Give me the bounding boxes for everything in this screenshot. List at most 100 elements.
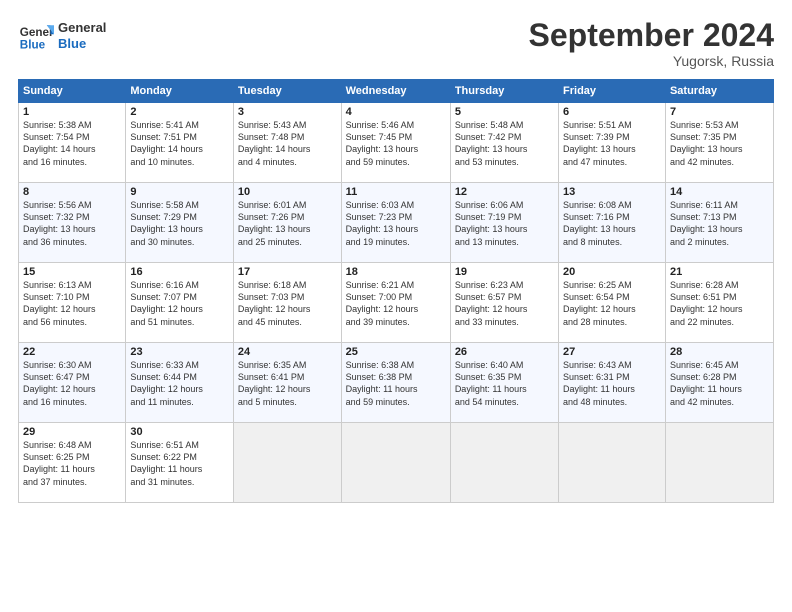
day-info: Sunrise: 6:25 AM Sunset: 6:54 PM Dayligh… [563, 279, 661, 328]
calendar-cell: 6Sunrise: 5:51 AM Sunset: 7:39 PM Daylig… [559, 103, 666, 183]
day-info: Sunrise: 5:38 AM Sunset: 7:54 PM Dayligh… [23, 119, 121, 168]
day-info: Sunrise: 5:41 AM Sunset: 7:51 PM Dayligh… [130, 119, 229, 168]
location: Yugorsk, Russia [529, 53, 774, 69]
day-number: 3 [238, 106, 337, 118]
day-info: Sunrise: 6:08 AM Sunset: 7:16 PM Dayligh… [563, 199, 661, 248]
day-info: Sunrise: 5:53 AM Sunset: 7:35 PM Dayligh… [670, 119, 769, 168]
calendar-cell: 24Sunrise: 6:35 AM Sunset: 6:41 PM Dayli… [233, 343, 341, 423]
day-info: Sunrise: 6:18 AM Sunset: 7:03 PM Dayligh… [238, 279, 337, 328]
day-number: 14 [670, 186, 769, 198]
day-info: Sunrise: 6:43 AM Sunset: 6:31 PM Dayligh… [563, 359, 661, 408]
day-info: Sunrise: 6:13 AM Sunset: 7:10 PM Dayligh… [23, 279, 121, 328]
calendar-cell [233, 423, 341, 503]
logo-icon: General Blue [18, 18, 54, 54]
calendar-cell: 18Sunrise: 6:21 AM Sunset: 7:00 PM Dayli… [341, 263, 450, 343]
calendar-cell: 29Sunrise: 6:48 AM Sunset: 6:25 PM Dayli… [19, 423, 126, 503]
calendar-week-row: 22Sunrise: 6:30 AM Sunset: 6:47 PM Dayli… [19, 343, 774, 423]
logo-line2: Blue [58, 36, 106, 52]
day-info: Sunrise: 6:38 AM Sunset: 6:38 PM Dayligh… [346, 359, 446, 408]
day-info: Sunrise: 5:51 AM Sunset: 7:39 PM Dayligh… [563, 119, 661, 168]
calendar-cell [559, 423, 666, 503]
day-number: 5 [455, 106, 554, 118]
weekday-header: Sunday [19, 80, 126, 103]
day-info: Sunrise: 6:23 AM Sunset: 6:57 PM Dayligh… [455, 279, 554, 328]
calendar-cell [341, 423, 450, 503]
day-info: Sunrise: 6:30 AM Sunset: 6:47 PM Dayligh… [23, 359, 121, 408]
calendar-cell: 11Sunrise: 6:03 AM Sunset: 7:23 PM Dayli… [341, 183, 450, 263]
calendar-cell: 10Sunrise: 6:01 AM Sunset: 7:26 PM Dayli… [233, 183, 341, 263]
calendar-cell: 16Sunrise: 6:16 AM Sunset: 7:07 PM Dayli… [126, 263, 234, 343]
day-info: Sunrise: 6:51 AM Sunset: 6:22 PM Dayligh… [130, 439, 229, 488]
calendar-cell: 5Sunrise: 5:48 AM Sunset: 7:42 PM Daylig… [450, 103, 558, 183]
calendar-cell: 25Sunrise: 6:38 AM Sunset: 6:38 PM Dayli… [341, 343, 450, 423]
day-number: 10 [238, 186, 337, 198]
calendar-week-row: 15Sunrise: 6:13 AM Sunset: 7:10 PM Dayli… [19, 263, 774, 343]
calendar-header-row: SundayMondayTuesdayWednesdayThursdayFrid… [19, 80, 774, 103]
calendar-cell: 12Sunrise: 6:06 AM Sunset: 7:19 PM Dayli… [450, 183, 558, 263]
calendar-cell: 22Sunrise: 6:30 AM Sunset: 6:47 PM Dayli… [19, 343, 126, 423]
day-number: 21 [670, 266, 769, 278]
day-number: 17 [238, 266, 337, 278]
weekday-header: Friday [559, 80, 666, 103]
day-number: 13 [563, 186, 661, 198]
day-number: 22 [23, 346, 121, 358]
day-info: Sunrise: 5:48 AM Sunset: 7:42 PM Dayligh… [455, 119, 554, 168]
day-info: Sunrise: 6:35 AM Sunset: 6:41 PM Dayligh… [238, 359, 337, 408]
calendar-week-row: 1Sunrise: 5:38 AM Sunset: 7:54 PM Daylig… [19, 103, 774, 183]
day-number: 6 [563, 106, 661, 118]
day-number: 7 [670, 106, 769, 118]
month-title: September 2024 [529, 18, 774, 53]
day-number: 8 [23, 186, 121, 198]
calendar-cell: 7Sunrise: 5:53 AM Sunset: 7:35 PM Daylig… [665, 103, 773, 183]
page-header: General Blue General Blue September 2024… [18, 18, 774, 69]
calendar-cell: 26Sunrise: 6:40 AM Sunset: 6:35 PM Dayli… [450, 343, 558, 423]
day-info: Sunrise: 6:01 AM Sunset: 7:26 PM Dayligh… [238, 199, 337, 248]
day-number: 1 [23, 106, 121, 118]
weekday-header: Monday [126, 80, 234, 103]
calendar-cell: 21Sunrise: 6:28 AM Sunset: 6:51 PM Dayli… [665, 263, 773, 343]
day-number: 11 [346, 186, 446, 198]
calendar-week-row: 29Sunrise: 6:48 AM Sunset: 6:25 PM Dayli… [19, 423, 774, 503]
calendar-cell: 27Sunrise: 6:43 AM Sunset: 6:31 PM Dayli… [559, 343, 666, 423]
day-number: 29 [23, 426, 121, 438]
day-info: Sunrise: 6:21 AM Sunset: 7:00 PM Dayligh… [346, 279, 446, 328]
day-number: 2 [130, 106, 229, 118]
calendar-cell [450, 423, 558, 503]
day-number: 30 [130, 426, 229, 438]
day-number: 9 [130, 186, 229, 198]
day-info: Sunrise: 6:11 AM Sunset: 7:13 PM Dayligh… [670, 199, 769, 248]
day-number: 20 [563, 266, 661, 278]
day-number: 19 [455, 266, 554, 278]
day-info: Sunrise: 5:56 AM Sunset: 7:32 PM Dayligh… [23, 199, 121, 248]
day-info: Sunrise: 6:03 AM Sunset: 7:23 PM Dayligh… [346, 199, 446, 248]
calendar-cell: 30Sunrise: 6:51 AM Sunset: 6:22 PM Dayli… [126, 423, 234, 503]
day-info: Sunrise: 5:43 AM Sunset: 7:48 PM Dayligh… [238, 119, 337, 168]
day-info: Sunrise: 5:58 AM Sunset: 7:29 PM Dayligh… [130, 199, 229, 248]
calendar-cell: 17Sunrise: 6:18 AM Sunset: 7:03 PM Dayli… [233, 263, 341, 343]
calendar-cell: 15Sunrise: 6:13 AM Sunset: 7:10 PM Dayli… [19, 263, 126, 343]
calendar-week-row: 8Sunrise: 5:56 AM Sunset: 7:32 PM Daylig… [19, 183, 774, 263]
weekday-header: Saturday [665, 80, 773, 103]
logo-line1: General [58, 20, 106, 36]
svg-text:Blue: Blue [20, 39, 46, 52]
day-info: Sunrise: 5:46 AM Sunset: 7:45 PM Dayligh… [346, 119, 446, 168]
calendar-cell: 20Sunrise: 6:25 AM Sunset: 6:54 PM Dayli… [559, 263, 666, 343]
day-number: 25 [346, 346, 446, 358]
day-info: Sunrise: 6:48 AM Sunset: 6:25 PM Dayligh… [23, 439, 121, 488]
calendar-table: SundayMondayTuesdayWednesdayThursdayFrid… [18, 79, 774, 503]
calendar-cell: 13Sunrise: 6:08 AM Sunset: 7:16 PM Dayli… [559, 183, 666, 263]
day-number: 15 [23, 266, 121, 278]
day-number: 27 [563, 346, 661, 358]
day-number: 28 [670, 346, 769, 358]
day-number: 12 [455, 186, 554, 198]
day-info: Sunrise: 6:40 AM Sunset: 6:35 PM Dayligh… [455, 359, 554, 408]
day-info: Sunrise: 6:33 AM Sunset: 6:44 PM Dayligh… [130, 359, 229, 408]
calendar-cell: 2Sunrise: 5:41 AM Sunset: 7:51 PM Daylig… [126, 103, 234, 183]
calendar-cell: 9Sunrise: 5:58 AM Sunset: 7:29 PM Daylig… [126, 183, 234, 263]
day-info: Sunrise: 6:45 AM Sunset: 6:28 PM Dayligh… [670, 359, 769, 408]
calendar-cell: 23Sunrise: 6:33 AM Sunset: 6:44 PM Dayli… [126, 343, 234, 423]
title-block: September 2024 Yugorsk, Russia [529, 18, 774, 69]
day-number: 26 [455, 346, 554, 358]
day-info: Sunrise: 6:16 AM Sunset: 7:07 PM Dayligh… [130, 279, 229, 328]
calendar-cell [665, 423, 773, 503]
